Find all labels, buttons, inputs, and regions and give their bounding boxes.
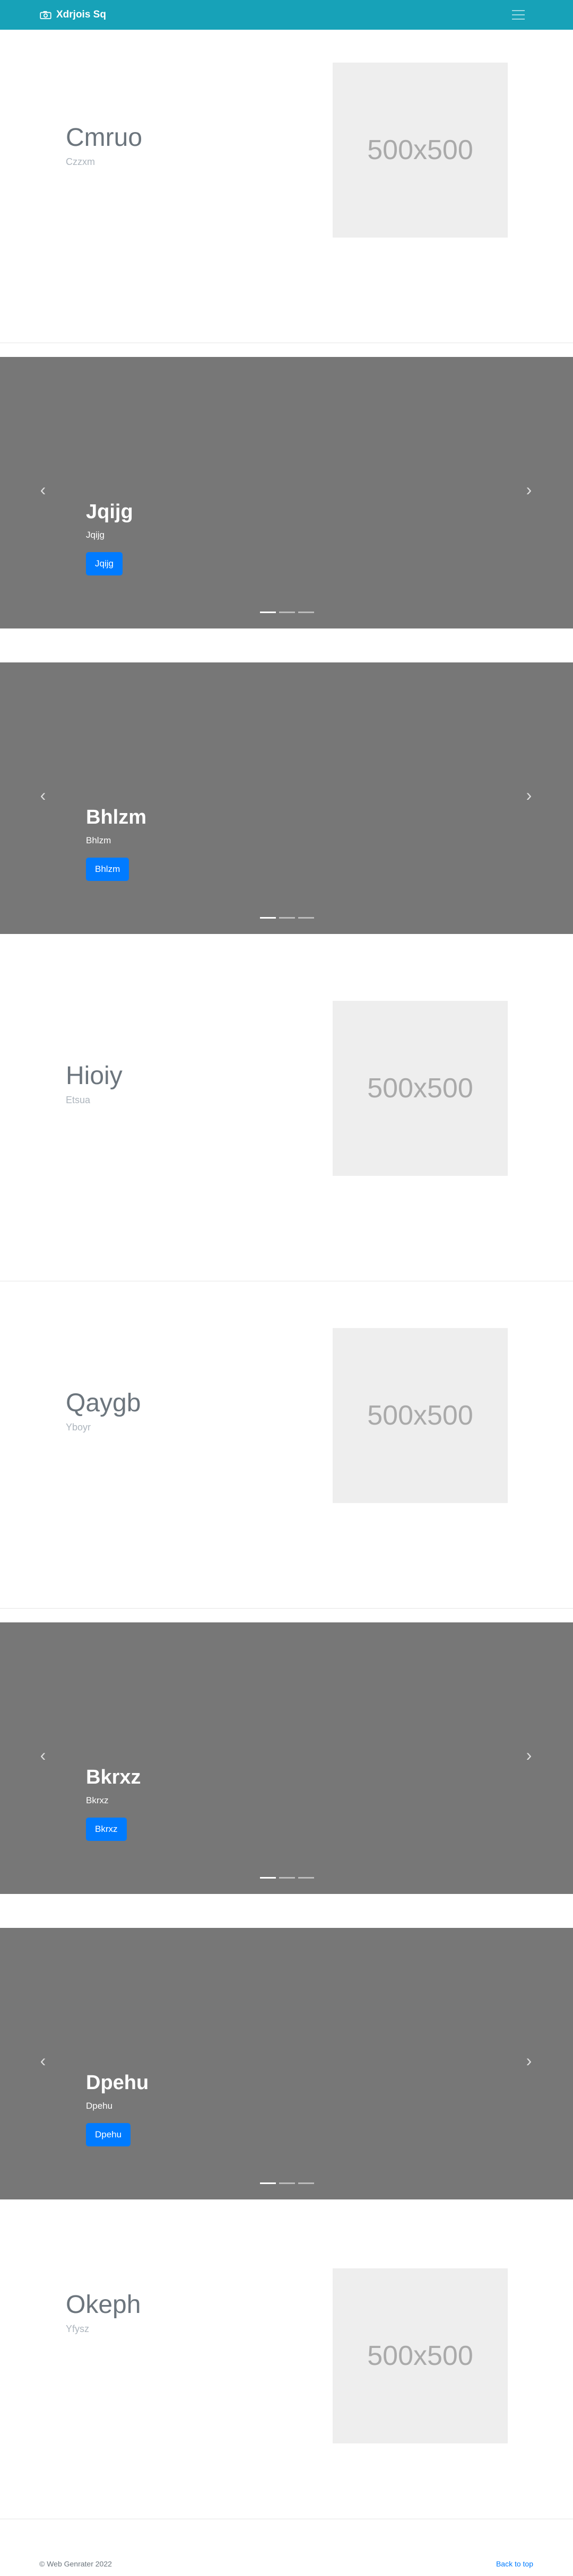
feature-title: Cmruo [66, 124, 143, 152]
carousel-next-icon[interactable]: › [524, 2052, 534, 2069]
feature-subtitle: Yfysz [66, 2323, 90, 2334]
carousel-caption: Dpehu Dpehu Dpehu [86, 2071, 149, 2146]
feature-subtitle: Etsua [66, 1094, 91, 1105]
carousel-button[interactable]: Dpehu [86, 2123, 131, 2146]
carousel: ‹ › Dpehu Dpehu Dpehu [0, 1928, 573, 2199]
carousel-title: Dpehu [86, 2072, 149, 2094]
carousel-title: Jqijg [86, 501, 133, 523]
feature-section: Hioiy Etsua 500x500 [0, 968, 573, 1281]
carousel-button[interactable]: Bkrxz [86, 1817, 127, 1841]
brand-name: Xdrjois Sq [56, 9, 106, 20]
carousel-next-icon[interactable]: › [524, 481, 534, 498]
placeholder-image: 500x500 [333, 1328, 508, 1503]
carousel-indicator[interactable] [279, 917, 295, 919]
footer: © Web Genrater 2022 Back to top [0, 2551, 573, 2576]
carousel-indicator[interactable] [260, 2182, 276, 2184]
carousel-indicator[interactable] [298, 1877, 314, 1879]
camera-icon [40, 11, 51, 19]
feature-title: Qaygb [66, 1389, 141, 1417]
carousel-indicators [260, 2182, 314, 2184]
carousel-indicator[interactable] [279, 1877, 295, 1879]
carousel-indicator[interactable] [260, 917, 276, 919]
placeholder-image: 500x500 [333, 2268, 508, 2443]
copyright-text: © Web Genrater 2022 [39, 2560, 112, 2568]
carousel-indicator[interactable] [260, 612, 276, 613]
carousel-text: Jqijg [86, 529, 105, 540]
carousel: ‹ › Jqijg Jqijg Jqijg [0, 357, 573, 628]
carousel-next-icon[interactable]: › [524, 787, 534, 804]
navbar-toggler-button[interactable] [507, 6, 530, 23]
hamburger-icon [512, 10, 525, 11]
feature-section: Qaygb Yboyr 500x500 [0, 1295, 573, 1609]
feature-title: Okeph [66, 2291, 141, 2319]
carousel-indicators [260, 1877, 314, 1879]
carousel-indicator[interactable] [298, 2182, 314, 2184]
back-to-top-link[interactable]: Back to top [496, 2560, 533, 2568]
feature-subtitle: Yboyr [66, 1421, 91, 1433]
carousel: ‹ › Bkrxz Bkrxz Bkrxz [0, 1622, 573, 1894]
carousel-indicator[interactable] [298, 917, 314, 919]
carousel-prev-icon[interactable]: ‹ [38, 481, 48, 498]
carousel-text: Dpehu [86, 2100, 113, 2111]
carousel-caption: Jqijg Jqijg Jqijg [86, 500, 133, 575]
carousel: ‹ › Bhlzm Bhlzm Bhlzm [0, 662, 573, 934]
placeholder-image: 500x500 [333, 1001, 508, 1176]
feature-section: Cmruo Czzxm 500x500 [0, 30, 573, 343]
brand-link[interactable]: Xdrjois Sq [40, 7, 106, 22]
carousel-indicator[interactable] [298, 612, 314, 613]
navbar: Xdrjois Sq [0, 0, 573, 30]
carousel-caption: Bkrxz Bkrxz Bkrxz [86, 1766, 141, 1841]
carousel-prev-icon[interactable]: ‹ [38, 1747, 48, 1763]
carousel-indicator[interactable] [279, 2182, 295, 2184]
carousel-button[interactable]: Bhlzm [86, 857, 129, 881]
placeholder-image: 500x500 [333, 63, 508, 238]
carousel-next-icon[interactable]: › [524, 1747, 534, 1763]
carousel-title: Bhlzm [86, 806, 146, 828]
carousel-prev-icon[interactable]: ‹ [38, 2052, 48, 2069]
carousel-prev-icon[interactable]: ‹ [38, 787, 48, 804]
feature-subtitle: Czzxm [66, 156, 95, 167]
carousel-button[interactable]: Jqijg [86, 552, 123, 575]
carousel-text: Bhlzm [86, 835, 111, 845]
carousel-title: Bkrxz [86, 1766, 141, 1788]
carousel-indicators [260, 612, 314, 613]
feature-section: Okeph Yfysz 500x500 [0, 2199, 573, 2519]
carousel-text: Bkrxz [86, 1795, 109, 1805]
carousel-indicator[interactable] [279, 612, 295, 613]
carousel-indicators [260, 917, 314, 919]
feature-title: Hioiy [66, 1062, 123, 1090]
carousel-indicator[interactable] [260, 1877, 276, 1879]
carousel-caption: Bhlzm Bhlzm Bhlzm [86, 806, 146, 881]
